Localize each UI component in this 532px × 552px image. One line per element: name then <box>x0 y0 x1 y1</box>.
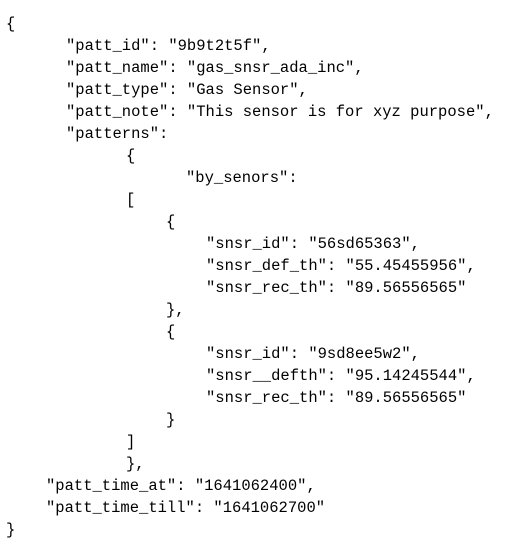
code-line: } <box>166 411 176 429</box>
code-line: "patt_name": "gas_snsr_ada_inc", <box>66 59 364 77</box>
json-code-block: { "patt_id": "9b9t2t5f", "patt_name": "g… <box>0 0 532 552</box>
code-line: "patt_type": "Gas Sensor", <box>66 81 308 99</box>
code-line: "snsr_id": "56sd65363", <box>206 235 420 253</box>
code-line: { <box>6 15 16 33</box>
code-line: } <box>6 521 16 539</box>
code-line: { <box>166 323 176 341</box>
code-line: "by_senors": <box>186 169 298 187</box>
code-line: "patt_time_at": "1641062400", <box>46 477 316 495</box>
code-line: "patterns": <box>66 125 169 143</box>
code-line: }, <box>166 301 185 319</box>
code-line: "snsr_def_th": "55.45455956", <box>206 257 476 275</box>
code-line: "patt_note": "This sensor is for xyz pur… <box>66 103 494 121</box>
code-line: ] <box>126 433 136 451</box>
code-line: "patt_time_till": "1641062700" <box>46 499 326 517</box>
code-line: }, <box>126 455 145 473</box>
code-line: [ <box>126 191 136 209</box>
code-line: "snsr__defth": "95.14245544", <box>206 367 476 385</box>
code-line: "patt_id": "9b9t2t5f", <box>66 37 271 55</box>
code-line: "snsr_rec_th": "89.56556565" <box>206 279 467 297</box>
code-line: "snsr_id": "9sd8ee5w2", <box>206 345 420 363</box>
code-line: { <box>126 147 136 165</box>
code-line: "snsr_rec_th": "89.56556565" <box>206 389 467 407</box>
code-line: { <box>166 213 176 231</box>
